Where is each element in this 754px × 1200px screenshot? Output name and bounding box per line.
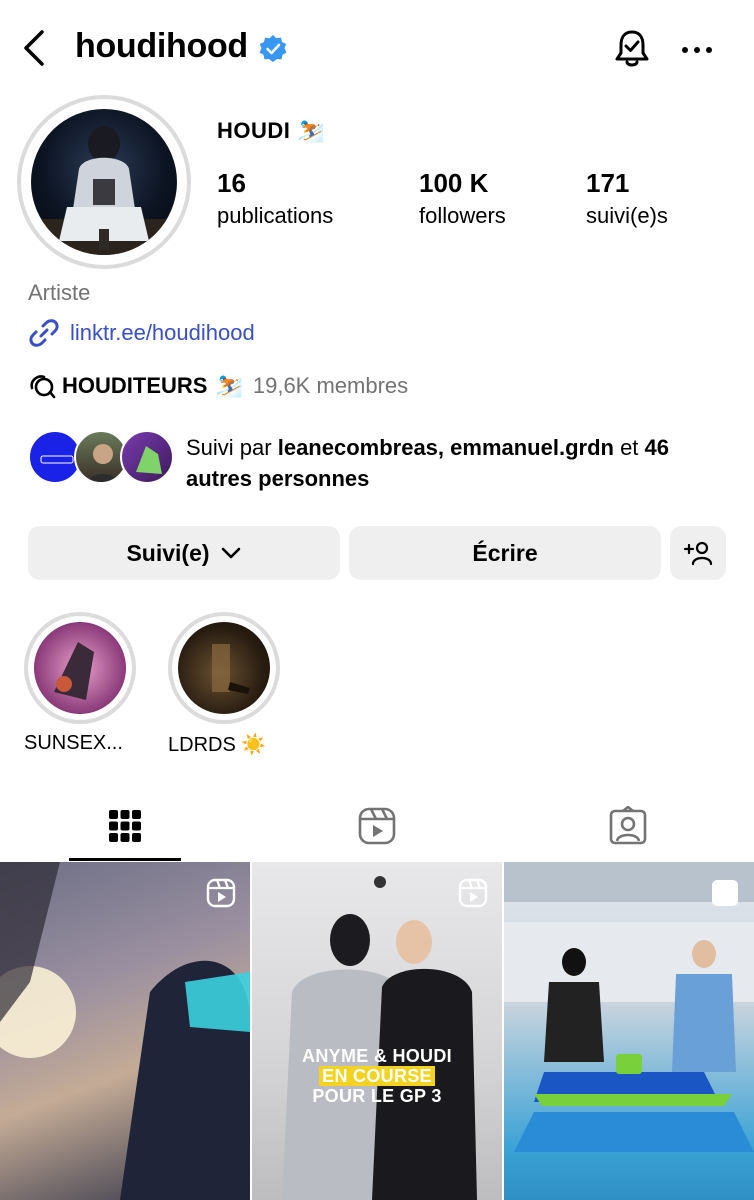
followed-prefix: Suivi par [186, 435, 278, 460]
followed-middle: et [613, 435, 645, 460]
following-button[interactable]: Suivi(e) [28, 526, 340, 580]
mutual-followers-text[interactable]: Suivi par leanecombreas, emmanuel.grdn e… [186, 432, 726, 494]
skier-emoji: ⛷️ [215, 373, 243, 398]
posts-grid: ANYME & HOUDI EN COURSE POUR LE GP 3 [0, 862, 754, 1200]
chevron-left-icon [24, 30, 44, 66]
post-caption-line1: ANYME & HOUDI [302, 1046, 452, 1066]
channel-members: 19,6K membres [252, 373, 409, 398]
mutual-avatar-3 [120, 430, 174, 484]
highlight-ring [168, 612, 280, 724]
followers-count: 100 K [419, 168, 489, 198]
multi-post-icon [712, 880, 738, 906]
posts-stat[interactable]: 16 publications [217, 168, 333, 229]
post-image [504, 862, 754, 1152]
link-icon [29, 319, 59, 347]
profile-avatar[interactable] [17, 95, 191, 269]
post-caption-line2: EN COURSE [252, 1066, 502, 1087]
profile-username: houdihood [75, 27, 248, 65]
tagged-icon [609, 806, 647, 845]
following-button-label: Suivi(e) [126, 539, 210, 566]
reel-indicator-icon [458, 878, 488, 908]
back-button[interactable] [18, 28, 52, 68]
add-user-icon [683, 541, 713, 566]
post-image [0, 862, 250, 1200]
post-caption-line3: POUR LE GP 3 [312, 1086, 442, 1106]
bell-check-icon [615, 30, 649, 67]
following-label: suivi(e)s [586, 203, 668, 228]
following-count: 171 [586, 168, 630, 198]
followers-label: followers [419, 203, 506, 228]
highlight-cover [34, 622, 126, 714]
channel-chat-icon [30, 375, 56, 399]
channel-name: HOUDITEURS [62, 373, 208, 398]
broadcast-channel[interactable]: HOUDITEURS ⛷️ 19,6K membres [28, 369, 408, 403]
avatar-image [31, 109, 177, 255]
followed-names: leanecombreas, emmanuel.grdn [277, 435, 614, 460]
suggested-users-button[interactable] [670, 526, 726, 580]
tab-tagged[interactable] [572, 790, 684, 862]
highlight-ldrds[interactable]: LDRDS ☀️ [168, 612, 280, 757]
profile-tabs [0, 790, 754, 862]
post-image [282, 876, 477, 1200]
bio-link[interactable]: linktr.ee/houdihood [28, 316, 255, 350]
reel-indicator-icon [206, 878, 236, 908]
post-thumbnail-1[interactable] [0, 862, 250, 1200]
post-caption-highlight: EN COURSE [319, 1066, 435, 1086]
post-thumbnail-3[interactable] [504, 862, 754, 1200]
highlight-cover [178, 622, 270, 714]
top-bar: houdihood [0, 0, 754, 100]
verified-badge-icon [258, 34, 288, 64]
followers-stat[interactable]: 100 K followers [419, 168, 506, 229]
display-name: HOUDI ⛷️ [217, 118, 325, 143]
message-button-label: Écrire [472, 539, 538, 566]
tab-grid[interactable] [69, 790, 181, 862]
reels-icon [358, 807, 396, 845]
highlight-label: LDRDS ☀️ [168, 734, 267, 756]
message-button[interactable]: Écrire [349, 526, 661, 580]
highlight-label: SUNSEX... [24, 732, 123, 754]
grid-icon [109, 810, 141, 842]
more-dots-icon [682, 47, 712, 53]
active-tab-indicator [69, 858, 181, 861]
bio-link-text: linktr.ee/houdihood [70, 320, 255, 345]
notifications-button[interactable] [612, 27, 652, 71]
tab-reels[interactable] [321, 790, 433, 862]
post-thumbnail-2[interactable]: ANYME & HOUDI EN COURSE POUR LE GP 3 [252, 862, 502, 1200]
highlight-sunsex[interactable]: SUNSEX... [24, 612, 136, 755]
posts-count: 16 [217, 168, 246, 198]
profile-category: Artiste [28, 280, 91, 305]
highlight-ring [24, 612, 136, 724]
posts-label: publications [217, 203, 334, 228]
more-options-button[interactable] [680, 40, 714, 60]
chevron-down-icon [221, 547, 240, 559]
following-stat[interactable]: 171 suivi(e)s [586, 168, 668, 229]
